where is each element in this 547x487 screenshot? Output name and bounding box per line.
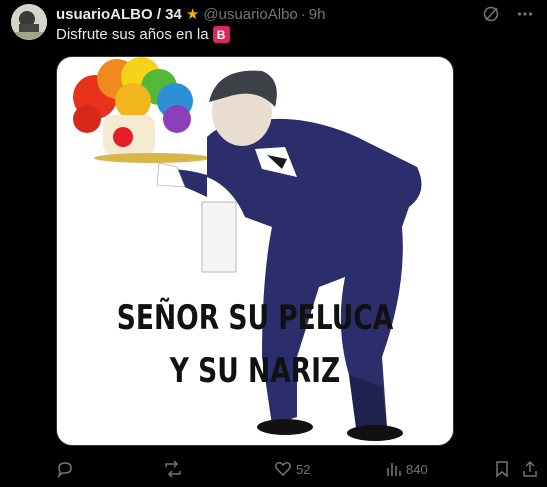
repost-button[interactable] <box>163 459 187 479</box>
repost-icon <box>165 460 181 478</box>
bookmark-button[interactable] <box>494 459 510 479</box>
author-name[interactable]: usuarioALBO / 34 <box>56 6 182 23</box>
separator-dot: · <box>300 5 306 23</box>
views-button[interactable]: 840 <box>386 459 428 479</box>
post-actions: 52 840 <box>56 459 538 479</box>
share-button[interactable] <box>522 459 538 479</box>
post-header: usuarioALBO / 34 ★ @usuarioAlbo · 9h <box>56 5 535 24</box>
caption-line-1: SEÑOR SU PELUCA <box>116 298 394 338</box>
post-time[interactable]: 9h <box>309 6 326 23</box>
share-icon <box>523 460 537 477</box>
caption-line-2: Y SU NARIZ <box>169 351 341 391</box>
tray-icon <box>94 153 210 163</box>
avatar[interactable] <box>11 4 47 40</box>
like-count: 52 <box>296 461 311 477</box>
reply-icon <box>57 462 72 478</box>
post-text: Disfrute sus años en la B <box>56 26 230 43</box>
clown-nose-icon <box>113 127 133 147</box>
post[interactable]: usuarioALBO / 34 ★ @usuarioAlbo · 9h Dis… <box>0 0 547 487</box>
bookmark-icon <box>496 461 508 478</box>
like-icon <box>275 462 291 477</box>
views-count: 840 <box>406 461 428 477</box>
grok-icon[interactable] <box>481 4 501 24</box>
b-badge-icon: B <box>212 26 230 43</box>
views-icon <box>387 463 401 476</box>
star-icon: ★ <box>185 6 200 23</box>
more-icon[interactable] <box>515 4 535 24</box>
post-image[interactable]: SEÑOR SU PELUCA Y SU NARIZ <box>56 56 454 446</box>
post-top-icons <box>481 4 535 24</box>
author-handle[interactable]: @usuarioAlbo <box>203 6 297 23</box>
like-button[interactable]: 52 <box>274 459 310 479</box>
reply-button[interactable] <box>56 459 78 479</box>
post-text-content: Disfrute sus años en la <box>56 26 209 43</box>
